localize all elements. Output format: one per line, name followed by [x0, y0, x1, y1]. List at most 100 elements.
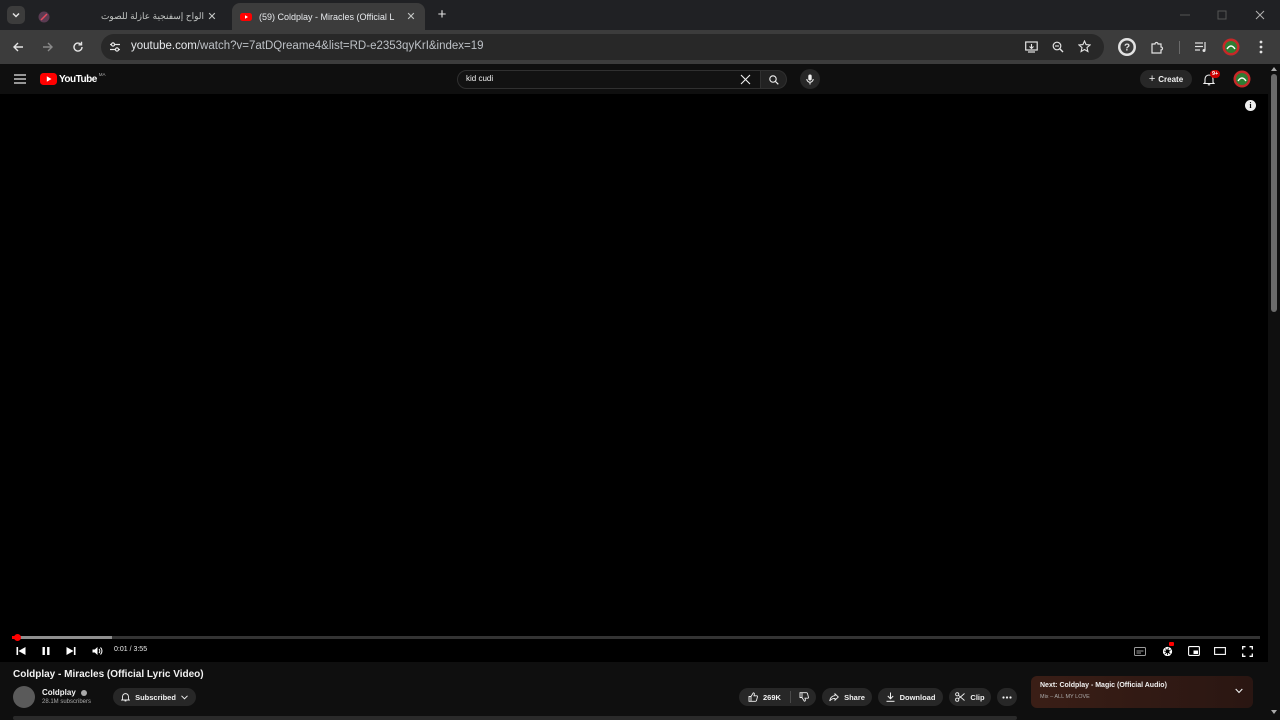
download-button[interactable]: Download [878, 688, 943, 706]
restore-icon [1217, 10, 1227, 20]
minimize-icon [1180, 14, 1190, 16]
hd-badge [1169, 642, 1174, 646]
site-settings-icon[interactable] [109, 41, 121, 53]
microphone-icon [806, 74, 814, 84]
fullscreen-button[interactable] [1239, 643, 1255, 659]
subscribed-button[interactable]: Subscribed [113, 688, 196, 706]
site-favicon-icon [38, 11, 50, 22]
more-actions-button[interactable] [997, 688, 1017, 706]
video-info-button[interactable]: i [1245, 100, 1256, 111]
scroll-down-arrow[interactable] [1271, 710, 1277, 714]
account-avatar-icon [1233, 70, 1251, 88]
new-tab-button[interactable]: + [434, 7, 450, 23]
video-player[interactable]: i [0, 94, 1268, 662]
more-horizontal-icon [1002, 695, 1012, 699]
close-tab-icon[interactable]: ✕ [403, 9, 419, 25]
page-scrollbar[interactable] [1268, 64, 1280, 720]
search-button[interactable] [761, 70, 787, 89]
voice-search-button[interactable] [800, 69, 820, 89]
browser-toolbar: youtube.com/watch?v=7atDQreame4&list=RD-… [0, 30, 1280, 64]
skip-previous-icon [16, 647, 26, 655]
guide-menu-button[interactable] [12, 71, 28, 87]
country-code: MA [98, 71, 106, 77]
tab-active[interactable]: (59) Coldplay - Miracles (Official L ✕ [232, 3, 425, 30]
puzzle-icon [1151, 41, 1164, 54]
fullscreen-icon [1241, 645, 1253, 657]
youtube-logo[interactable]: YouTube MA [40, 72, 106, 86]
account-avatar-button[interactable] [1233, 70, 1251, 88]
install-app-icon[interactable] [1025, 41, 1038, 53]
youtube-logo-icon [40, 73, 57, 85]
share-button[interactable]: Share [822, 688, 872, 706]
tab-inactive[interactable]: الواح إسفنجية عازلة للصوت ✕ [30, 3, 226, 30]
help-extension-button[interactable]: ? [1116, 36, 1138, 58]
theater-mode-button[interactable] [1212, 643, 1228, 659]
bell-icon [121, 693, 131, 702]
chevron-down-icon[interactable] [1235, 688, 1243, 694]
reload-button[interactable] [67, 36, 89, 58]
close-tab-icon[interactable]: ✕ [204, 9, 220, 25]
like-count: 269K [763, 692, 781, 702]
search-input[interactable]: kid cudi [457, 70, 761, 89]
up-next-card[interactable]: Next: Coldplay - Magic (Official Audio) … [1031, 676, 1253, 708]
minimize-button[interactable] [1176, 6, 1194, 24]
bookmark-star-icon[interactable] [1078, 40, 1091, 53]
up-next-playlist: Mix – ALL MY LOVE [1040, 694, 1090, 700]
back-button[interactable] [7, 36, 29, 58]
url-path: /watch?v=7atDQreame4&list=RD-e2353qyKrI&… [196, 40, 484, 52]
notifications-button[interactable]: 9+ [1202, 70, 1221, 87]
pause-button[interactable] [38, 643, 54, 659]
settings-button[interactable] [1159, 642, 1175, 659]
url-text: youtube.com/watch?v=7atDQreame4&list=RD-… [131, 40, 484, 52]
previous-button[interactable] [13, 643, 29, 659]
browser-tab-strip: الواح إسفنجية عازلة للصوت ✕ (59) Coldpla… [0, 0, 1280, 30]
like-button[interactable]: 269K [739, 692, 790, 702]
extensions-button[interactable] [1146, 36, 1168, 58]
scroll-up-arrow[interactable] [1271, 67, 1277, 71]
address-bar[interactable]: youtube.com/watch?v=7atDQreame4&list=RD-… [101, 34, 1104, 60]
clear-search-icon[interactable] [740, 74, 751, 85]
notifications-badge: 9+ [1210, 70, 1221, 78]
tab-title: (59) Coldplay - Miracles (Official L [259, 11, 395, 22]
mute-button[interactable] [89, 643, 105, 659]
tab-search-button[interactable] [7, 6, 25, 24]
channel-name[interactable]: Coldplay [42, 688, 88, 697]
create-button[interactable]: + Create [1140, 70, 1192, 88]
volume-icon [92, 647, 102, 655]
progress-buffered [12, 636, 112, 639]
video-title: Coldplay - Miracles (Official Lyric Vide… [13, 669, 204, 680]
close-icon [1255, 10, 1265, 20]
youtube-header: YouTube MA kid cudi + Create 9+ [0, 64, 1268, 94]
profile-button[interactable] [1220, 36, 1242, 58]
youtube-favicon-icon [240, 12, 252, 21]
forward-button[interactable] [37, 36, 59, 58]
scrubber-handle[interactable] [13, 634, 21, 641]
share-label: Share [844, 692, 865, 702]
hamburger-menu-icon [14, 74, 26, 84]
like-dislike-group: 269K [739, 688, 816, 706]
miniplayer-icon [1188, 646, 1200, 656]
arrow-left-icon [13, 42, 23, 52]
search-icon [768, 74, 779, 85]
profile-avatar-icon [1222, 38, 1240, 56]
scrollbar-thumb[interactable] [1271, 74, 1277, 312]
progress-bar[interactable] [12, 636, 1260, 639]
horizontal-scrollbar[interactable] [13, 716, 1017, 720]
dislike-button[interactable] [791, 692, 816, 702]
maximize-button[interactable] [1213, 6, 1231, 24]
browser-menu-button[interactable] [1250, 36, 1272, 58]
close-window-button[interactable] [1251, 6, 1269, 24]
subtitles-button[interactable] [1132, 643, 1148, 659]
clip-button[interactable]: Clip [949, 688, 991, 706]
reload-icon [73, 41, 83, 52]
media-controls-button[interactable] [1190, 36, 1212, 58]
more-vertical-icon [1259, 40, 1263, 54]
next-button[interactable] [63, 643, 79, 659]
music-queue-icon [1195, 42, 1206, 52]
channel-avatar[interactable] [13, 686, 35, 708]
miniplayer-button[interactable] [1186, 643, 1202, 659]
zoom-icon[interactable] [1052, 41, 1064, 53]
chevron-down-icon [181, 694, 188, 700]
up-next-title: Next: Coldplay - Magic (Official Audio) [1040, 682, 1167, 689]
chevron-down-icon [12, 12, 20, 18]
